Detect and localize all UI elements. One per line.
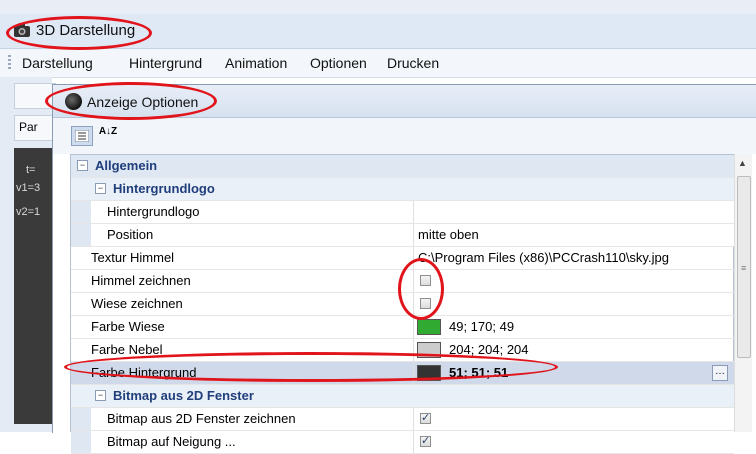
row-gutter (71, 431, 91, 453)
collapse-icon[interactable]: − (95, 183, 106, 194)
camera-icon (14, 23, 30, 37)
sort-az-button[interactable]: A↓Z (97, 126, 119, 147)
property-value[interactable]: C:\Program Files (x86)\PCCrash110\sky.jp… (418, 250, 669, 265)
property-row[interactable]: Hintergrundlogo (71, 201, 734, 224)
row-gutter (71, 408, 91, 430)
left-tab-par[interactable]: Par (14, 115, 56, 141)
property-name: Position (107, 227, 154, 242)
property-row[interactable]: Farbe Wiese 49; 170; 49 (71, 316, 734, 339)
outer-title-bar: 3D Darstellung (0, 14, 756, 49)
category-label: Bitmap aus 2D Fenster (113, 388, 254, 403)
property-value[interactable]: 49; 170; 49 (449, 319, 514, 334)
category-hintergrundlogo[interactable]: − Hintergrundlogo (71, 178, 734, 201)
property-row[interactable]: Wiese zeichnen (71, 293, 734, 316)
dialog-title-bar: Anzeige Optionen (53, 85, 756, 118)
column-divider (413, 201, 414, 223)
category-label: Allgemein (95, 158, 158, 173)
sort-az-icon: A↓Z (98, 126, 118, 137)
menu-animation[interactable]: Animation (225, 55, 287, 71)
property-row[interactable]: Bitmap auf Neigung ... (71, 431, 734, 454)
menu-darstellung[interactable]: Darstellung (22, 55, 93, 71)
menu-hintergrund[interactable]: Hintergrund (129, 55, 202, 71)
grip-icon: ≡ (741, 263, 747, 273)
scroll-up-icon[interactable]: ▲ (738, 158, 747, 168)
property-name: Bitmap aus 2D Fenster zeichnen (107, 411, 296, 426)
scroll-thumb[interactable]: ≡ (737, 176, 751, 358)
property-name: Farbe Hintergrund (91, 365, 197, 380)
dark-label-t: t= (26, 164, 36, 176)
wiese-checkbox[interactable] (420, 298, 431, 309)
app-logo-icon (65, 93, 82, 110)
himmel-checkbox[interactable] (420, 275, 431, 286)
property-value[interactable]: 51; 51; 51 (449, 365, 508, 380)
property-row[interactable]: Bitmap aus 2D Fenster zeichnen (71, 408, 734, 431)
menu-grip (8, 55, 11, 71)
property-name: Himmel zeichnen (91, 273, 191, 288)
column-divider (413, 270, 414, 292)
category-bitmap[interactable]: − Bitmap aus 2D Fenster (71, 385, 734, 408)
left-tab-label: Par (19, 120, 38, 134)
left-toolbar-button[interactable] (14, 83, 56, 109)
category-allgemein[interactable]: − Allgemein (71, 155, 734, 178)
column-divider (413, 316, 414, 338)
column-divider (413, 293, 414, 315)
categorized-view-button[interactable] (71, 126, 93, 146)
dark-label-v2: v2=1 (16, 206, 41, 218)
column-divider (413, 362, 414, 384)
property-name: Hintergrundlogo (107, 204, 200, 219)
property-row[interactable]: Farbe Nebel 204; 204; 204 (71, 339, 734, 362)
categorized-icon (74, 129, 90, 143)
color-swatch-hintergrund[interactable] (417, 365, 441, 381)
property-value[interactable]: 204; 204; 204 (449, 342, 529, 357)
column-divider (413, 247, 414, 269)
collapse-icon[interactable]: − (77, 160, 88, 171)
property-row[interactable]: Textur Himmel C:\Program Files (x86)\PCC… (71, 247, 734, 270)
dialog-toolbar: A↓Z (53, 118, 756, 154)
property-name: Farbe Wiese (91, 319, 165, 334)
bitmap-checkbox[interactable] (420, 411, 431, 424)
menu-bar: Darstellung Hintergrund Animation Option… (0, 49, 756, 78)
vertical-scrollbar[interactable]: ▲ ≡ (734, 154, 752, 432)
collapse-icon[interactable]: − (95, 390, 106, 401)
dark-label-v1: v1=3 (16, 182, 41, 194)
category-label: Hintergrundlogo (113, 181, 215, 196)
dialog-title: Anzeige Optionen (87, 94, 199, 110)
background-window-strip (0, 0, 756, 15)
property-row-selected[interactable]: Farbe Hintergrund 51; 51; 51 … (71, 362, 734, 385)
color-swatch-wiese[interactable] (417, 319, 441, 335)
column-divider (413, 408, 414, 430)
property-grid: − Allgemein − Hintergrundlogo Hintergrun… (70, 154, 734, 454)
color-picker-button[interactable]: … (712, 365, 728, 381)
menu-optionen[interactable]: Optionen (310, 55, 367, 71)
menu-drucken[interactable]: Drucken (387, 55, 439, 71)
row-gutter (71, 201, 91, 223)
row-gutter (71, 224, 91, 246)
property-row[interactable]: Himmel zeichnen (71, 270, 734, 293)
column-divider (413, 339, 414, 361)
column-divider (413, 431, 414, 453)
property-name: Wiese zeichnen (91, 296, 183, 311)
outer-window-title: 3D Darstellung (36, 22, 136, 39)
color-swatch-nebel[interactable] (417, 342, 441, 358)
property-value[interactable]: mitte oben (418, 227, 479, 242)
property-name: Textur Himmel (91, 250, 175, 265)
property-name: Bitmap auf Neigung ... (107, 434, 236, 449)
left-dark-panel: t= v1=3 v2=1 (14, 148, 54, 424)
column-divider (413, 224, 414, 246)
property-name: Farbe Nebel (91, 342, 163, 357)
bitmap2-checkbox[interactable] (420, 434, 431, 447)
property-row[interactable]: Position mitte oben (71, 224, 734, 247)
